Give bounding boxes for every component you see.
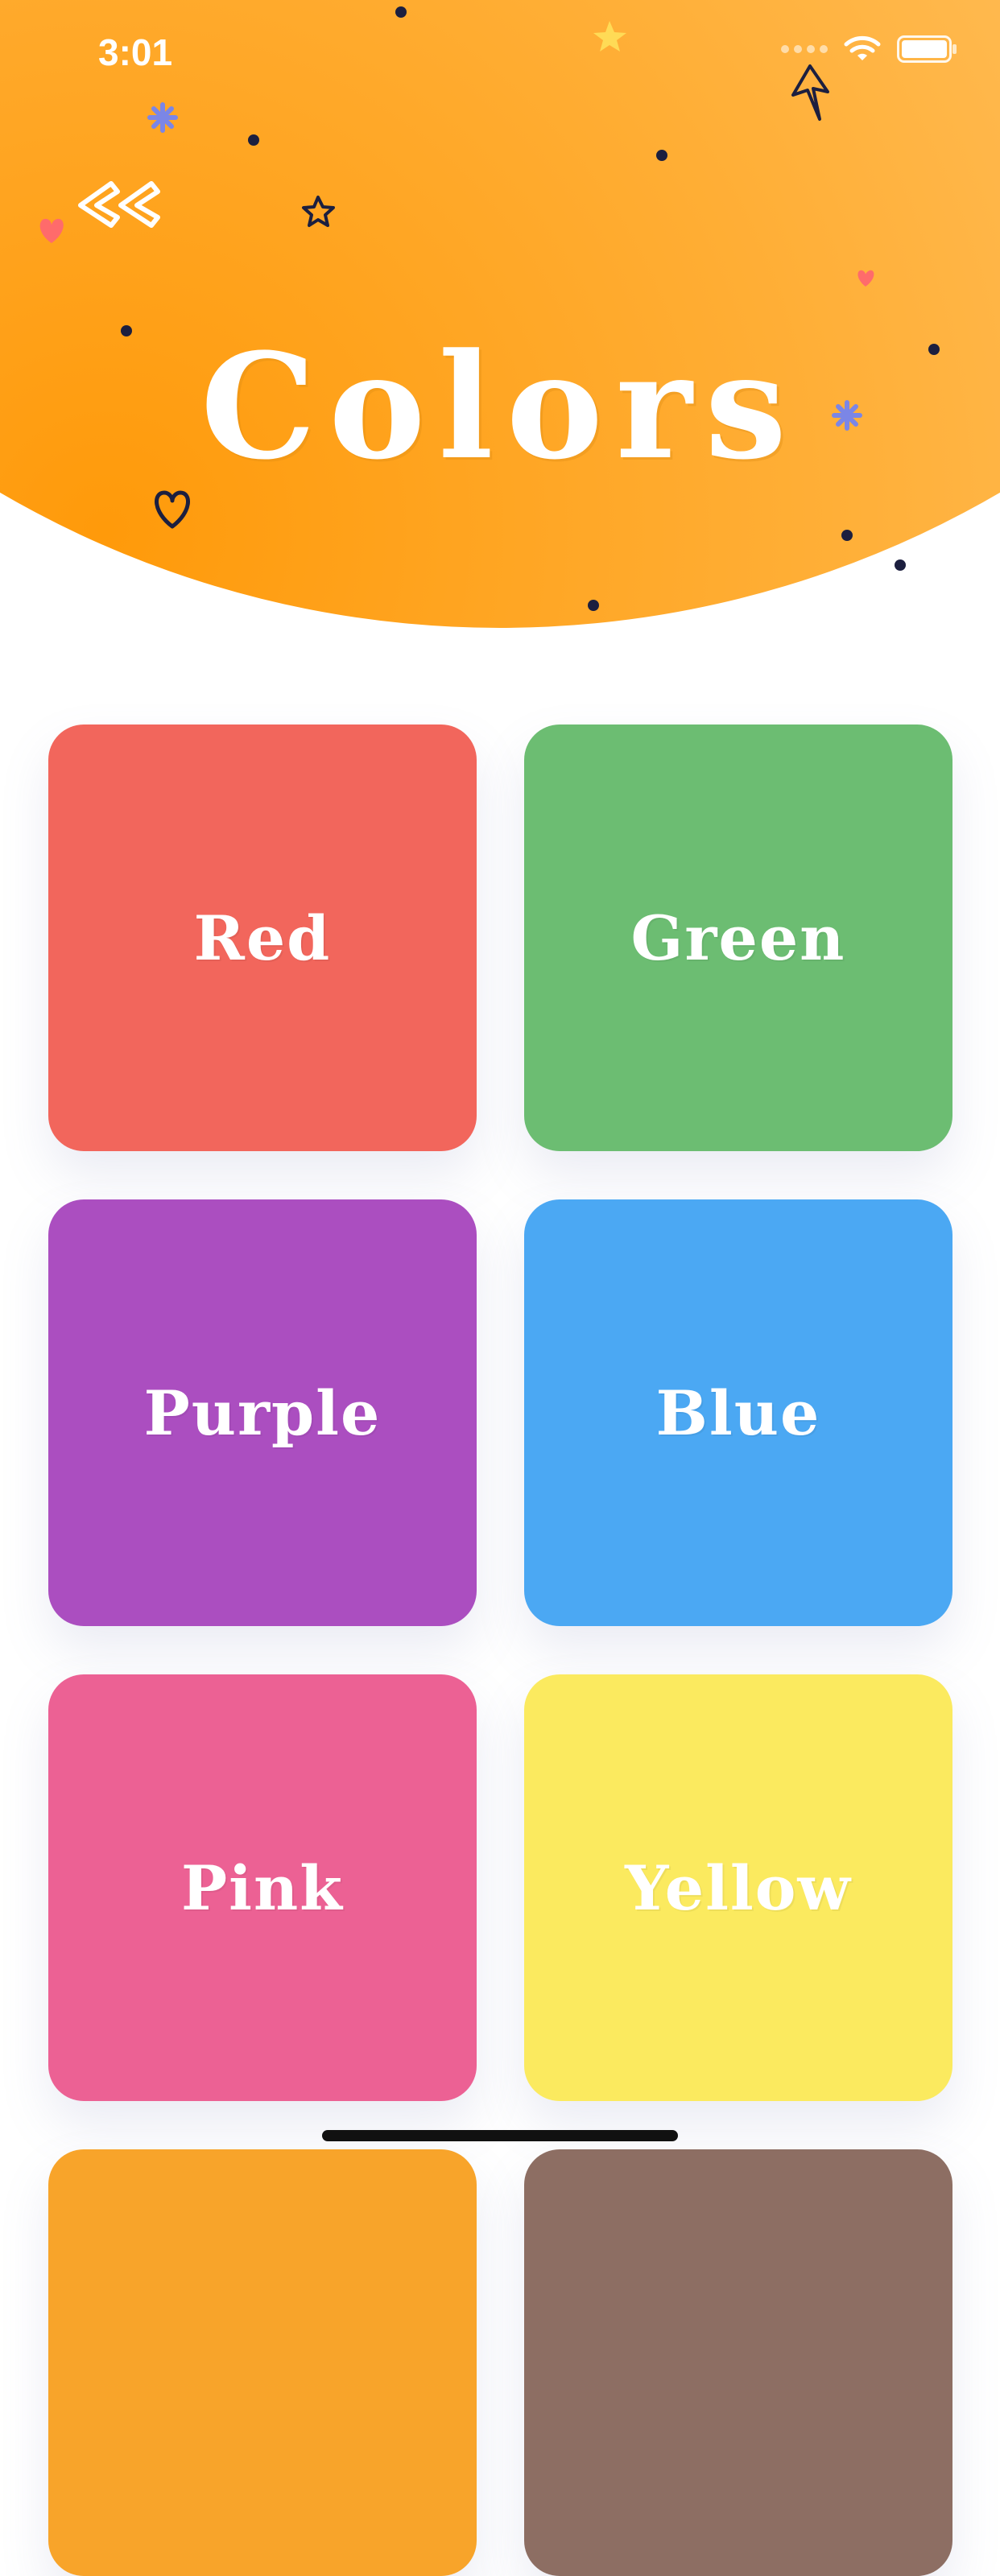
- color-tile-purple[interactable]: Purple: [48, 1199, 477, 1626]
- page-title: Colors: [200, 322, 800, 492]
- color-tile-label: Pink: [181, 1852, 344, 1924]
- color-tile-yellow[interactable]: Yellow: [524, 1674, 952, 2101]
- decorations: [39, 6, 940, 611]
- color-tile-item-6[interactable]: [48, 2149, 477, 2576]
- double-chevron-left-icon: [78, 181, 160, 228]
- color-tile-label: Purple: [143, 1377, 382, 1449]
- color-tile-pink[interactable]: Pink: [48, 1674, 477, 2101]
- color-tile-label: Green: [630, 902, 846, 974]
- wifi-icon: [844, 35, 881, 60]
- star-outline-icon: [302, 196, 335, 227]
- status-icons: [781, 35, 957, 63]
- signal-icon: [781, 45, 828, 53]
- color-tile-green[interactable]: Green: [524, 724, 952, 1151]
- status-time: 3:01: [98, 31, 173, 73]
- lightning-icon: [791, 64, 829, 121]
- home-indicator[interactable]: [322, 2130, 678, 2141]
- color-tile-label: Blue: [655, 1377, 821, 1449]
- back-button[interactable]: [72, 177, 161, 233]
- heart-icon: [39, 218, 64, 243]
- heart-outline-icon: [155, 490, 190, 529]
- header: 3:01 Colors: [0, 0, 1000, 628]
- color-tile-item-7[interactable]: [524, 2149, 952, 2576]
- color-tile-label: Yellow: [625, 1852, 852, 1924]
- battery-icon: [897, 35, 957, 63]
- color-tile-blue[interactable]: Blue: [524, 1199, 952, 1626]
- color-tile-red[interactable]: Red: [48, 724, 477, 1151]
- star-icon: [593, 21, 626, 52]
- color-tile-label: Red: [193, 902, 332, 974]
- heart-icon: [857, 270, 874, 287]
